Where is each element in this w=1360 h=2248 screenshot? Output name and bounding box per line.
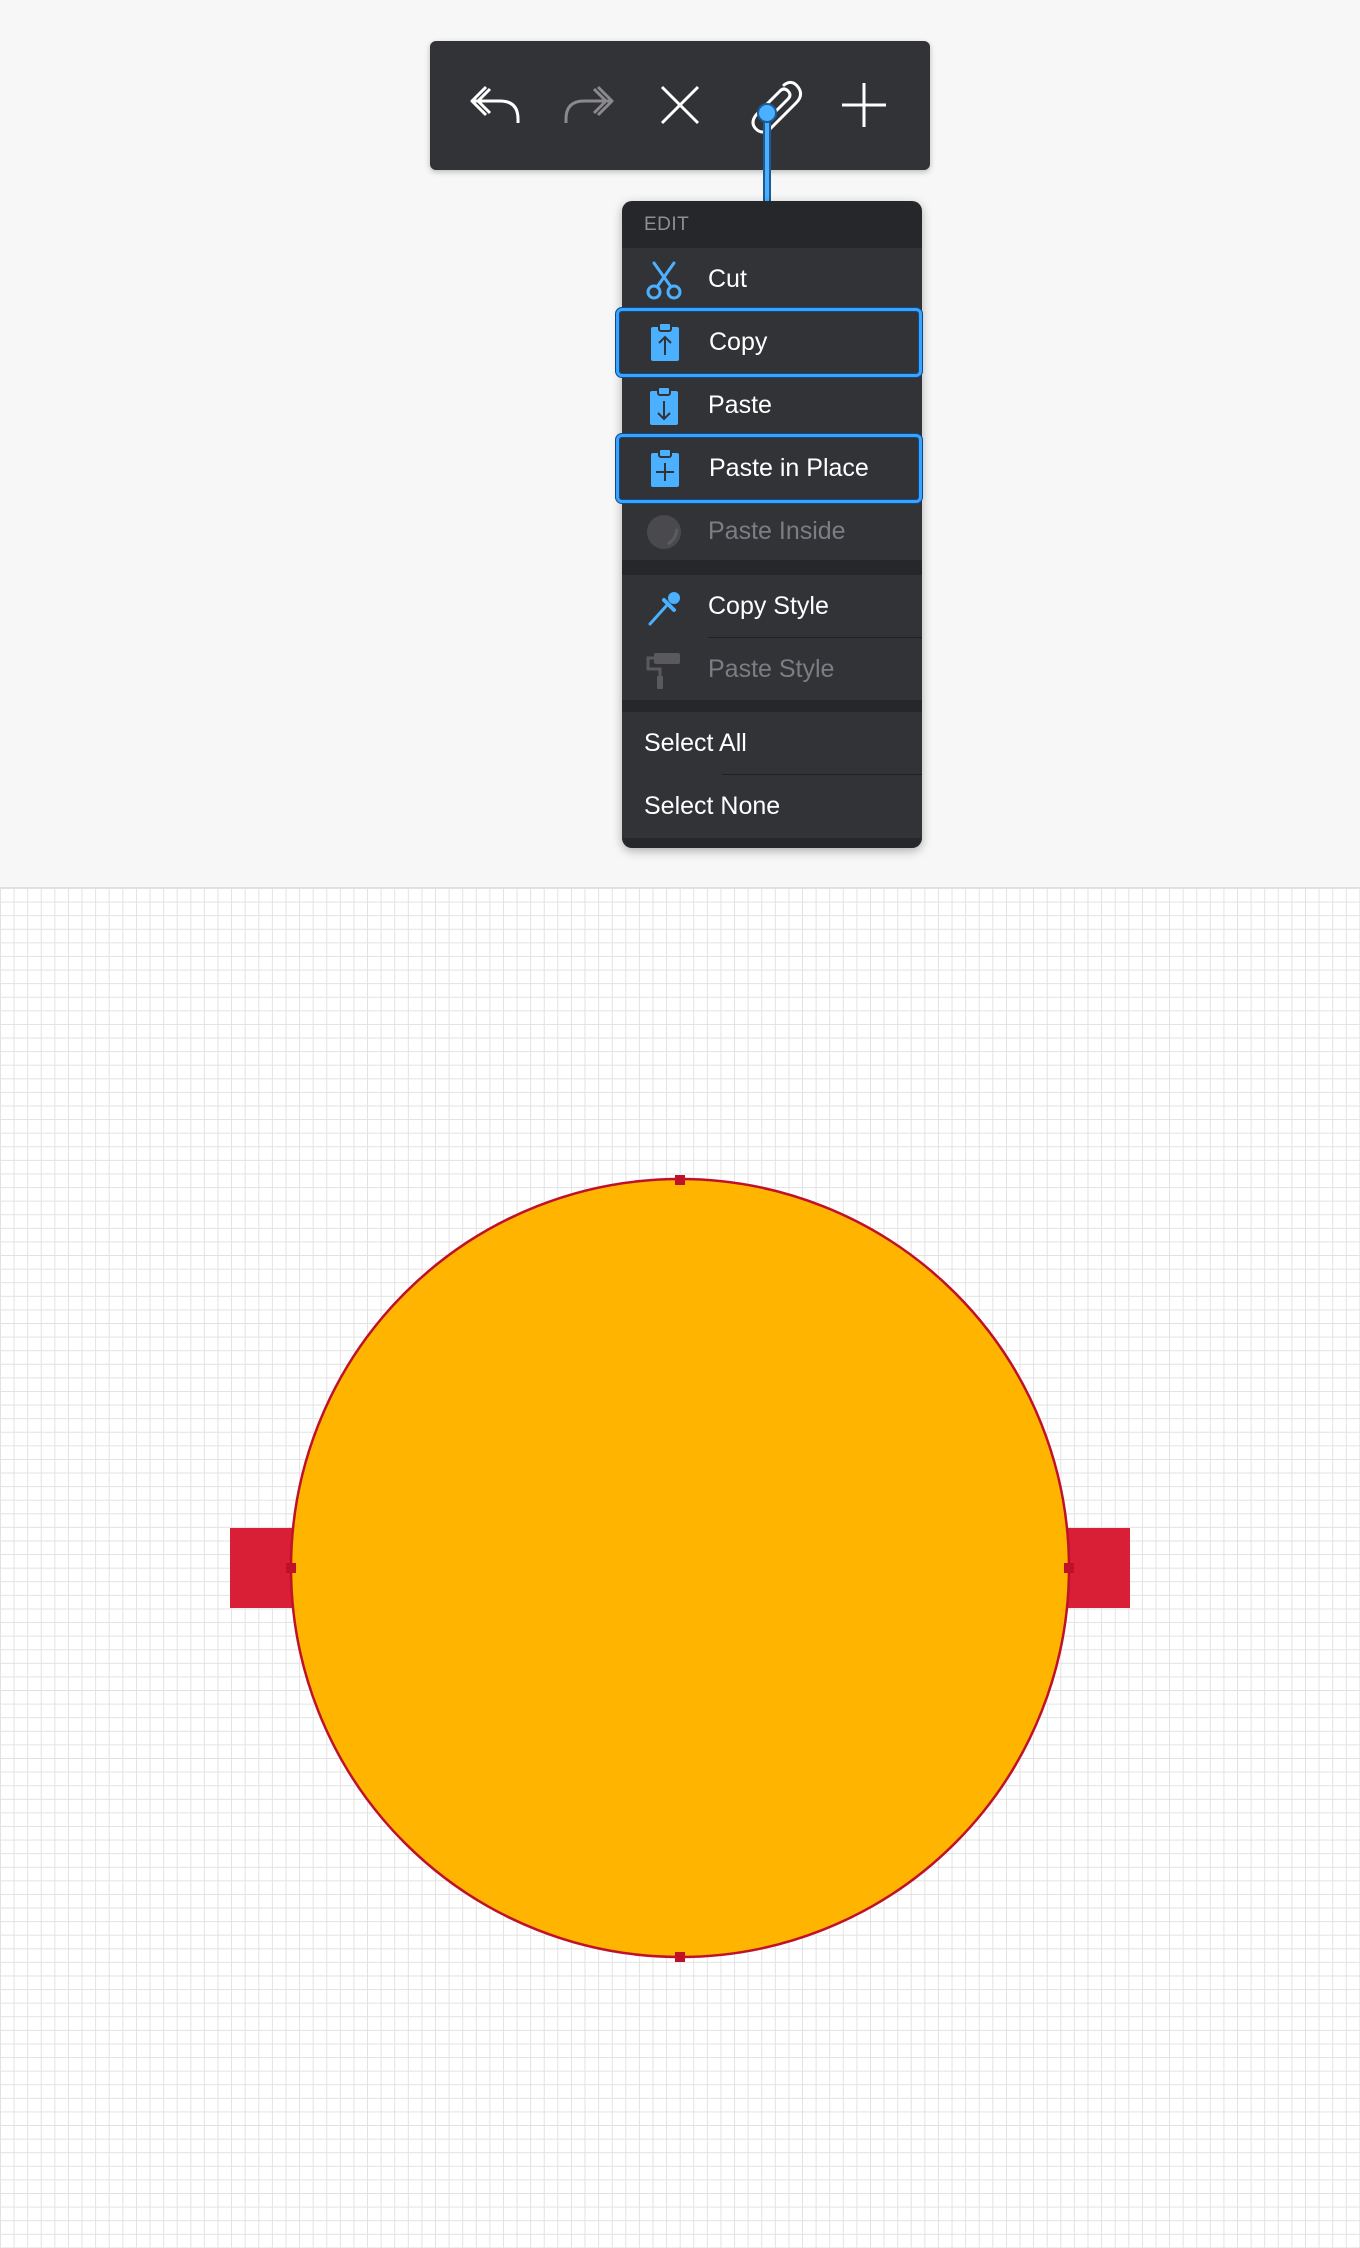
canvas-artwork [230, 1175, 1130, 1962]
drawing-canvas[interactable] [0, 887, 1360, 2248]
toolbar [430, 41, 930, 170]
undo-arrow-icon [470, 85, 520, 123]
menu-item-paste-inside[interactable]: Paste Inside [622, 500, 922, 563]
menu-item-paste[interactable]: Paste [622, 374, 922, 437]
menu-item-copy-style[interactable]: Copy Style [622, 575, 922, 638]
menu-item-label: Select None [644, 792, 781, 820]
menu-item-cut[interactable]: Cut [622, 248, 922, 311]
anchor-point-bottom[interactable] [675, 1952, 685, 1962]
menu-item-label: Paste in Place [709, 454, 869, 482]
clipboard-down-icon [644, 385, 684, 427]
add-button[interactable] [824, 65, 904, 145]
clipboard-plus-icon [645, 447, 685, 489]
eyedropper-icon [644, 586, 684, 628]
menu-item-label: Copy Style [708, 592, 829, 620]
close-button[interactable] [640, 65, 720, 145]
menu-item-paste-style[interactable]: Paste Style [622, 638, 922, 701]
menu-item-label: Paste Style [708, 655, 835, 683]
anchor-point-right[interactable] [1064, 1563, 1074, 1573]
menu-connector-dot [757, 103, 777, 123]
scissors-icon [644, 259, 684, 301]
redo-button[interactable] [548, 65, 628, 145]
menu-group-clipboard: Cut Copy Paste Paste in Place Paste Insi… [616, 248, 922, 563]
menu-item-select-all[interactable]: Select All [622, 712, 922, 775]
menu-item-label: Paste Inside [708, 517, 846, 545]
edit-menu: EDIT Cut Copy Paste Paste in Place Paste… [616, 201, 922, 848]
close-x-icon [660, 85, 700, 125]
menu-item-label: Paste [708, 391, 772, 419]
circle-icon [644, 511, 684, 553]
menu-item-copy[interactable]: Copy [616, 308, 922, 377]
menu-item-paste-in-place[interactable]: Paste in Place [616, 434, 922, 503]
menu-group-selection: Select All Select None [622, 712, 922, 838]
menu-group-style: Copy Style Paste Style [622, 575, 922, 700]
undo-button[interactable] [456, 65, 536, 145]
menu-connector-line [763, 110, 771, 206]
menu-item-label: Cut [708, 265, 747, 293]
menu-header: EDIT [644, 214, 690, 235]
paint-roller-icon [644, 649, 684, 691]
plus-icon [842, 83, 886, 127]
yellow-circle-shape[interactable] [289, 1177, 1071, 1959]
clipboard-up-icon [645, 321, 685, 363]
menu-item-select-none[interactable]: Select None [622, 775, 922, 838]
menu-item-label: Copy [709, 328, 768, 356]
anchor-point-top[interactable] [675, 1175, 685, 1185]
redo-arrow-icon [564, 85, 614, 123]
anchor-point-left[interactable] [286, 1563, 296, 1573]
menu-item-label: Select All [644, 729, 747, 757]
